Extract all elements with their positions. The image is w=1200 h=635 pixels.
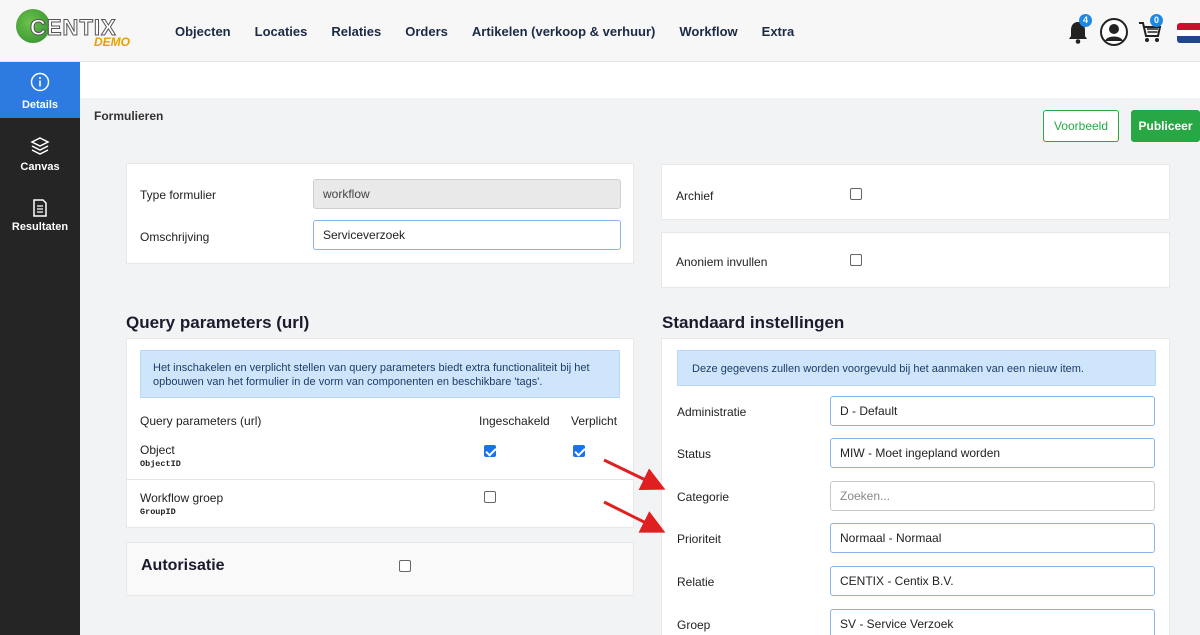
cart-badge: 0 xyxy=(1150,14,1163,27)
query-col-param: Query parameters (url) xyxy=(140,414,262,428)
query-section-title: Query parameters (url) xyxy=(126,313,310,332)
description-label: Omschrijving xyxy=(140,230,210,244)
type-field: workflow xyxy=(313,179,621,209)
archive-card: Archief xyxy=(661,164,1170,220)
groep-field[interactable]: SV - Service Verzoek xyxy=(830,609,1155,635)
query-row-code: ObjectID xyxy=(140,459,181,469)
document-icon xyxy=(33,199,47,217)
description-field[interactable]: Serviceverzoek xyxy=(313,220,621,250)
query-card: Het inschakelen en verplicht stellen van… xyxy=(126,338,634,528)
language-flag-button[interactable] xyxy=(1177,23,1200,43)
default-field-label: Administratie xyxy=(677,405,747,419)
anonymous-checkbox[interactable] xyxy=(850,254,862,266)
sidebar-item-resultaten[interactable]: Resultaten xyxy=(0,188,80,244)
nav-item-orders[interactable]: Orders xyxy=(405,24,448,39)
sidebar-item-canvas[interactable]: Canvas xyxy=(0,126,80,182)
archive-checkbox[interactable] xyxy=(850,188,862,200)
sub-header xyxy=(80,62,1200,98)
query-row-code: GroupID xyxy=(140,507,176,517)
default-field-label: Prioriteit xyxy=(677,532,722,546)
nav-item-extra[interactable]: Extra xyxy=(762,24,795,39)
nav-item-relaties[interactable]: Relaties xyxy=(331,24,381,39)
object-required-checkbox[interactable] xyxy=(573,445,585,457)
query-row-name: Workflow groep xyxy=(140,491,224,505)
user-menu-button[interactable] xyxy=(1100,18,1128,46)
page-title: Formulieren xyxy=(94,109,164,123)
top-bar: CENTIX DEMO Objecten Locaties Relaties O… xyxy=(0,0,1200,62)
sidebar-item-label: Resultaten xyxy=(11,221,69,233)
archive-label: Archief xyxy=(676,189,714,203)
sidebar-item-label: Canvas xyxy=(20,161,60,173)
netherlands-flag-icon xyxy=(1177,23,1200,43)
prioriteit-field[interactable]: Normaal - Normaal xyxy=(830,523,1155,553)
defaults-card: Deze gegevens zullen worden voorgevuld b… xyxy=(661,338,1170,635)
notifications-button[interactable]: 4 xyxy=(1067,14,1092,46)
defaults-info-box: Deze gegevens zullen worden voorgevuld b… xyxy=(677,350,1156,386)
anonymous-card: Anoniem invullen xyxy=(661,232,1170,288)
main-nav: Objecten Locaties Relaties Orders Artike… xyxy=(175,24,818,39)
object-enabled-checkbox[interactable] xyxy=(484,445,496,457)
sidebar-item-label: Details xyxy=(21,99,59,111)
top-icons: 4 0 xyxy=(1065,12,1200,52)
user-avatar-icon xyxy=(1100,18,1128,46)
query-row-divider xyxy=(127,479,633,480)
cart-button[interactable]: 0 xyxy=(1138,14,1164,46)
authorization-title: Autorisatie xyxy=(141,557,225,574)
categorie-search-field[interactable]: Zoeken... xyxy=(830,481,1155,511)
notification-badge: 4 xyxy=(1079,14,1092,27)
centix-logo[interactable]: CENTIX DEMO xyxy=(16,9,136,49)
default-field-label: Categorie xyxy=(677,490,730,504)
administratie-field[interactable]: D - Default xyxy=(830,396,1155,426)
nav-item-locaties[interactable]: Locaties xyxy=(255,24,308,39)
defaults-section-title: Standaard instellingen xyxy=(662,313,845,332)
anonymous-label: Anoniem invullen xyxy=(676,255,768,269)
status-field[interactable]: MIW - Moet ingepland worden xyxy=(830,438,1155,468)
relatie-field[interactable]: CENTIX - Centix B.V. xyxy=(830,566,1155,596)
form-general-card: Type formulier workflow Omschrijving Ser… xyxy=(126,163,634,264)
nav-item-workflow[interactable]: Workflow xyxy=(679,24,737,39)
preview-button[interactable]: Voorbeeld xyxy=(1043,110,1119,142)
default-field-label: Groep xyxy=(677,618,711,632)
logo-demo-label: DEMO xyxy=(94,35,130,49)
default-field-label: Status xyxy=(677,447,712,461)
publish-button[interactable]: Publiceer xyxy=(1131,110,1200,142)
type-label: Type formulier xyxy=(140,188,217,202)
query-col-enabled: Ingeschakeld xyxy=(479,414,550,428)
query-row-name: Object xyxy=(140,443,175,457)
nav-item-objecten[interactable]: Objecten xyxy=(175,24,231,39)
authorization-card: Autorisatie xyxy=(126,542,634,596)
default-field-label: Relatie xyxy=(677,575,715,589)
query-col-required: Verplicht xyxy=(571,414,618,428)
query-info-box: Het inschakelen en verplicht stellen van… xyxy=(140,350,620,398)
authorization-checkbox[interactable] xyxy=(399,560,411,572)
info-icon xyxy=(30,72,50,92)
group-enabled-checkbox[interactable] xyxy=(484,491,496,503)
sidebar: Details Canvas Resultaten xyxy=(0,62,80,635)
sidebar-item-details[interactable]: Details xyxy=(0,62,80,118)
layers-icon xyxy=(30,137,50,155)
nav-item-artikelen[interactable]: Artikelen (verkoop & verhuur) xyxy=(472,24,656,39)
